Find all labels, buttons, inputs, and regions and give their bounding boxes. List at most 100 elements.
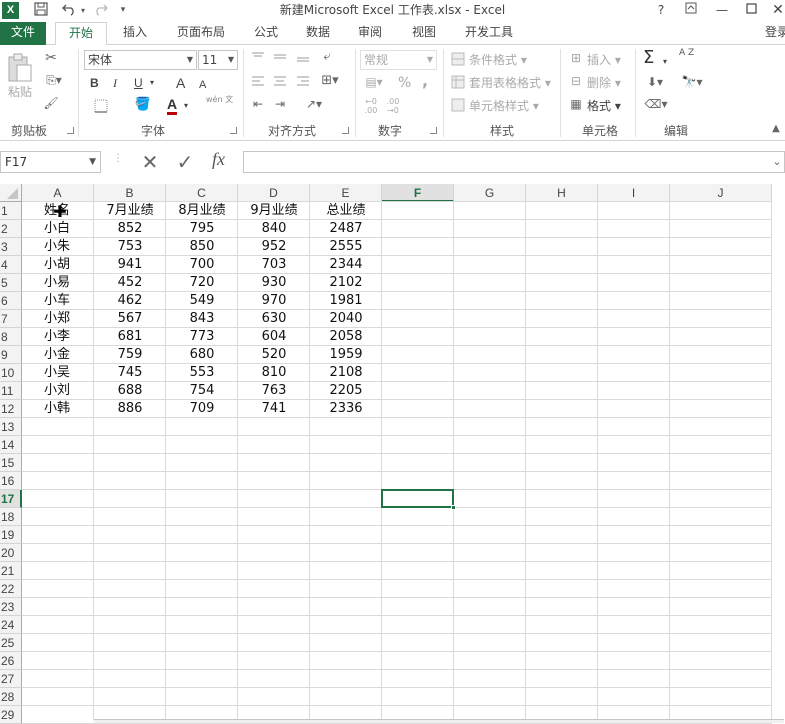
conditional-format-button[interactable]: 条件格式 ▾ bbox=[469, 51, 527, 69]
font-name-dropdown[interactable]: 宋体 ▼ bbox=[84, 50, 197, 70]
cell-styles-button[interactable]: 单元格样式 ▾ bbox=[469, 97, 539, 115]
font-color-dropdown-icon[interactable]: ▾ bbox=[184, 97, 188, 115]
table-cell[interactable]: 452 bbox=[94, 274, 166, 292]
delete-cells-button[interactable]: 删除 ▾ bbox=[587, 74, 621, 92]
table-cell[interactable]: 2205 bbox=[310, 382, 382, 400]
table-cell[interactable]: 2555 bbox=[310, 238, 382, 256]
row-header-29[interactable]: 29 bbox=[0, 706, 22, 724]
row-header-9[interactable]: 9 bbox=[0, 346, 22, 364]
table-cell[interactable]: 2058 bbox=[310, 328, 382, 346]
table-cell[interactable]: 852 bbox=[94, 220, 166, 238]
table-cell[interactable]: 小胡 bbox=[44, 256, 70, 274]
tab-page-layout[interactable]: 页面布局 bbox=[168, 22, 234, 45]
comma-style-button[interactable]: , bbox=[422, 72, 428, 90]
table-cell[interactable]: 520 bbox=[238, 346, 310, 364]
delete-cells-icon[interactable]: ⊟ bbox=[568, 74, 584, 88]
table-cell[interactable]: 604 bbox=[238, 328, 310, 346]
row-header-13[interactable]: 13 bbox=[0, 418, 22, 436]
number-launcher-icon[interactable] bbox=[430, 127, 437, 134]
decrease-indent-icon[interactable]: ⇤ bbox=[250, 97, 266, 111]
table-cell[interactable]: 2336 bbox=[310, 400, 382, 418]
row-header-16[interactable]: 16 bbox=[0, 472, 22, 490]
row-header-25[interactable]: 25 bbox=[0, 634, 22, 652]
percent-style-button[interactable]: % bbox=[398, 74, 411, 92]
autosum-dropdown-icon[interactable]: ▾ bbox=[663, 53, 667, 71]
table-cell[interactable]: 小车 bbox=[44, 292, 70, 310]
fill-handle[interactable] bbox=[451, 505, 456, 510]
number-format-dropdown[interactable]: 常规 ▼ bbox=[360, 50, 437, 70]
table-cell[interactable]: 2108 bbox=[310, 364, 382, 382]
sort-filter-button[interactable]: A Z bbox=[679, 48, 695, 58]
fill-icon[interactable]: ⬇▾ bbox=[643, 75, 667, 89]
table-cell[interactable]: 2487 bbox=[310, 220, 382, 238]
table-cell[interactable]: 952 bbox=[238, 238, 310, 256]
expand-formula-bar-icon[interactable]: ⌄ bbox=[770, 155, 784, 168]
bottom-align-icon[interactable] bbox=[295, 51, 311, 66]
shrink-font-button[interactable]: A bbox=[199, 76, 206, 94]
table-cell[interactable]: 小金 bbox=[44, 346, 70, 364]
tab-data[interactable]: 数据 bbox=[296, 22, 340, 45]
horizontal-scrollbar[interactable] bbox=[94, 719, 784, 723]
insert-cells-button[interactable]: 插入 ▾ bbox=[587, 51, 621, 69]
bold-button[interactable]: B bbox=[90, 74, 99, 92]
font-launcher-icon[interactable] bbox=[230, 127, 237, 134]
worksheet-grid[interactable]: ABCDEFGHIJ 1 2 3 4 5 6 7 8 9 10 11 12 13 14 15 16 17 18 19… bbox=[0, 184, 785, 724]
table-cell[interactable]: 810 bbox=[238, 364, 310, 382]
underline-button[interactable]: U bbox=[134, 74, 143, 92]
align-right-icon[interactable] bbox=[295, 75, 311, 90]
row-header-15[interactable]: 15 bbox=[0, 454, 22, 472]
row-header-12[interactable]: 12 bbox=[0, 400, 22, 418]
alignment-launcher-icon[interactable] bbox=[342, 127, 349, 134]
fill-color-icon[interactable]: 🪣 bbox=[130, 97, 156, 112]
table-cell[interactable]: 763 bbox=[238, 382, 310, 400]
row-header-21[interactable]: 21 bbox=[0, 562, 22, 580]
insert-function-button[interactable]: fx bbox=[212, 150, 225, 168]
tab-insert[interactable]: 插入 bbox=[113, 22, 157, 45]
row-header-10[interactable]: 10 bbox=[0, 364, 22, 382]
table-cell[interactable]: 小韩 bbox=[44, 400, 70, 418]
increase-indent-icon[interactable]: ⇥ bbox=[272, 97, 288, 111]
middle-align-icon[interactable] bbox=[272, 51, 288, 66]
format-cells-button[interactable]: 格式 ▾ bbox=[587, 97, 621, 115]
table-cell[interactable]: 759 bbox=[94, 346, 166, 364]
collapse-ribbon-icon[interactable]: ▲ bbox=[770, 123, 782, 134]
conditional-format-icon[interactable] bbox=[450, 52, 466, 69]
table-cell[interactable]: 2102 bbox=[310, 274, 382, 292]
column-header-h[interactable]: H bbox=[526, 184, 598, 202]
table-cell[interactable]: 553 bbox=[166, 364, 238, 382]
borders-icon[interactable] bbox=[88, 99, 114, 116]
row-header-27[interactable]: 27 bbox=[0, 670, 22, 688]
row-header-28[interactable]: 28 bbox=[0, 688, 22, 706]
autosum-button[interactable]: Σ bbox=[643, 49, 654, 67]
column-header-a[interactable]: A bbox=[22, 184, 94, 202]
clipboard-launcher-icon[interactable] bbox=[67, 127, 74, 134]
row-header-17[interactable]: 17 bbox=[0, 490, 22, 508]
paste-button-label[interactable]: 粘贴 bbox=[8, 83, 32, 101]
row-header-5[interactable]: 5 bbox=[0, 274, 22, 292]
row-header-23[interactable]: 23 bbox=[0, 598, 22, 616]
column-header-d[interactable]: D bbox=[238, 184, 310, 202]
table-cell[interactable]: 741 bbox=[238, 400, 310, 418]
column-header-i[interactable]: I bbox=[598, 184, 670, 202]
format-cells-icon[interactable]: ▦ bbox=[568, 97, 584, 111]
font-color-button[interactable]: A bbox=[167, 96, 178, 115]
row-header-24[interactable]: 24 bbox=[0, 616, 22, 634]
tab-review[interactable]: 审阅 bbox=[348, 22, 392, 45]
row-header-1[interactable]: 1 bbox=[0, 202, 22, 220]
table-cell[interactable]: 1959 bbox=[310, 346, 382, 364]
maximize-button[interactable] bbox=[740, 1, 762, 19]
row-header-14[interactable]: 14 bbox=[0, 436, 22, 454]
table-cell[interactable]: 753 bbox=[94, 238, 166, 256]
phonetic-guide-button[interactable]: wén 文 bbox=[206, 95, 233, 105]
column-header-f[interactable]: F bbox=[382, 184, 454, 202]
row-header-2[interactable]: 2 bbox=[0, 220, 22, 238]
header-cell[interactable]: 总业绩 bbox=[310, 202, 382, 220]
paste-icon[interactable] bbox=[6, 53, 34, 83]
find-select-icon[interactable]: 🔭▾ bbox=[679, 75, 705, 89]
formula-input[interactable] bbox=[243, 151, 785, 173]
table-cell[interactable]: 754 bbox=[166, 382, 238, 400]
underline-dropdown-icon[interactable]: ▾ bbox=[150, 74, 154, 92]
row-header-20[interactable]: 20 bbox=[0, 544, 22, 562]
increase-decimal-icon[interactable]: ←0.00 bbox=[362, 97, 380, 115]
table-cell[interactable]: 709 bbox=[166, 400, 238, 418]
